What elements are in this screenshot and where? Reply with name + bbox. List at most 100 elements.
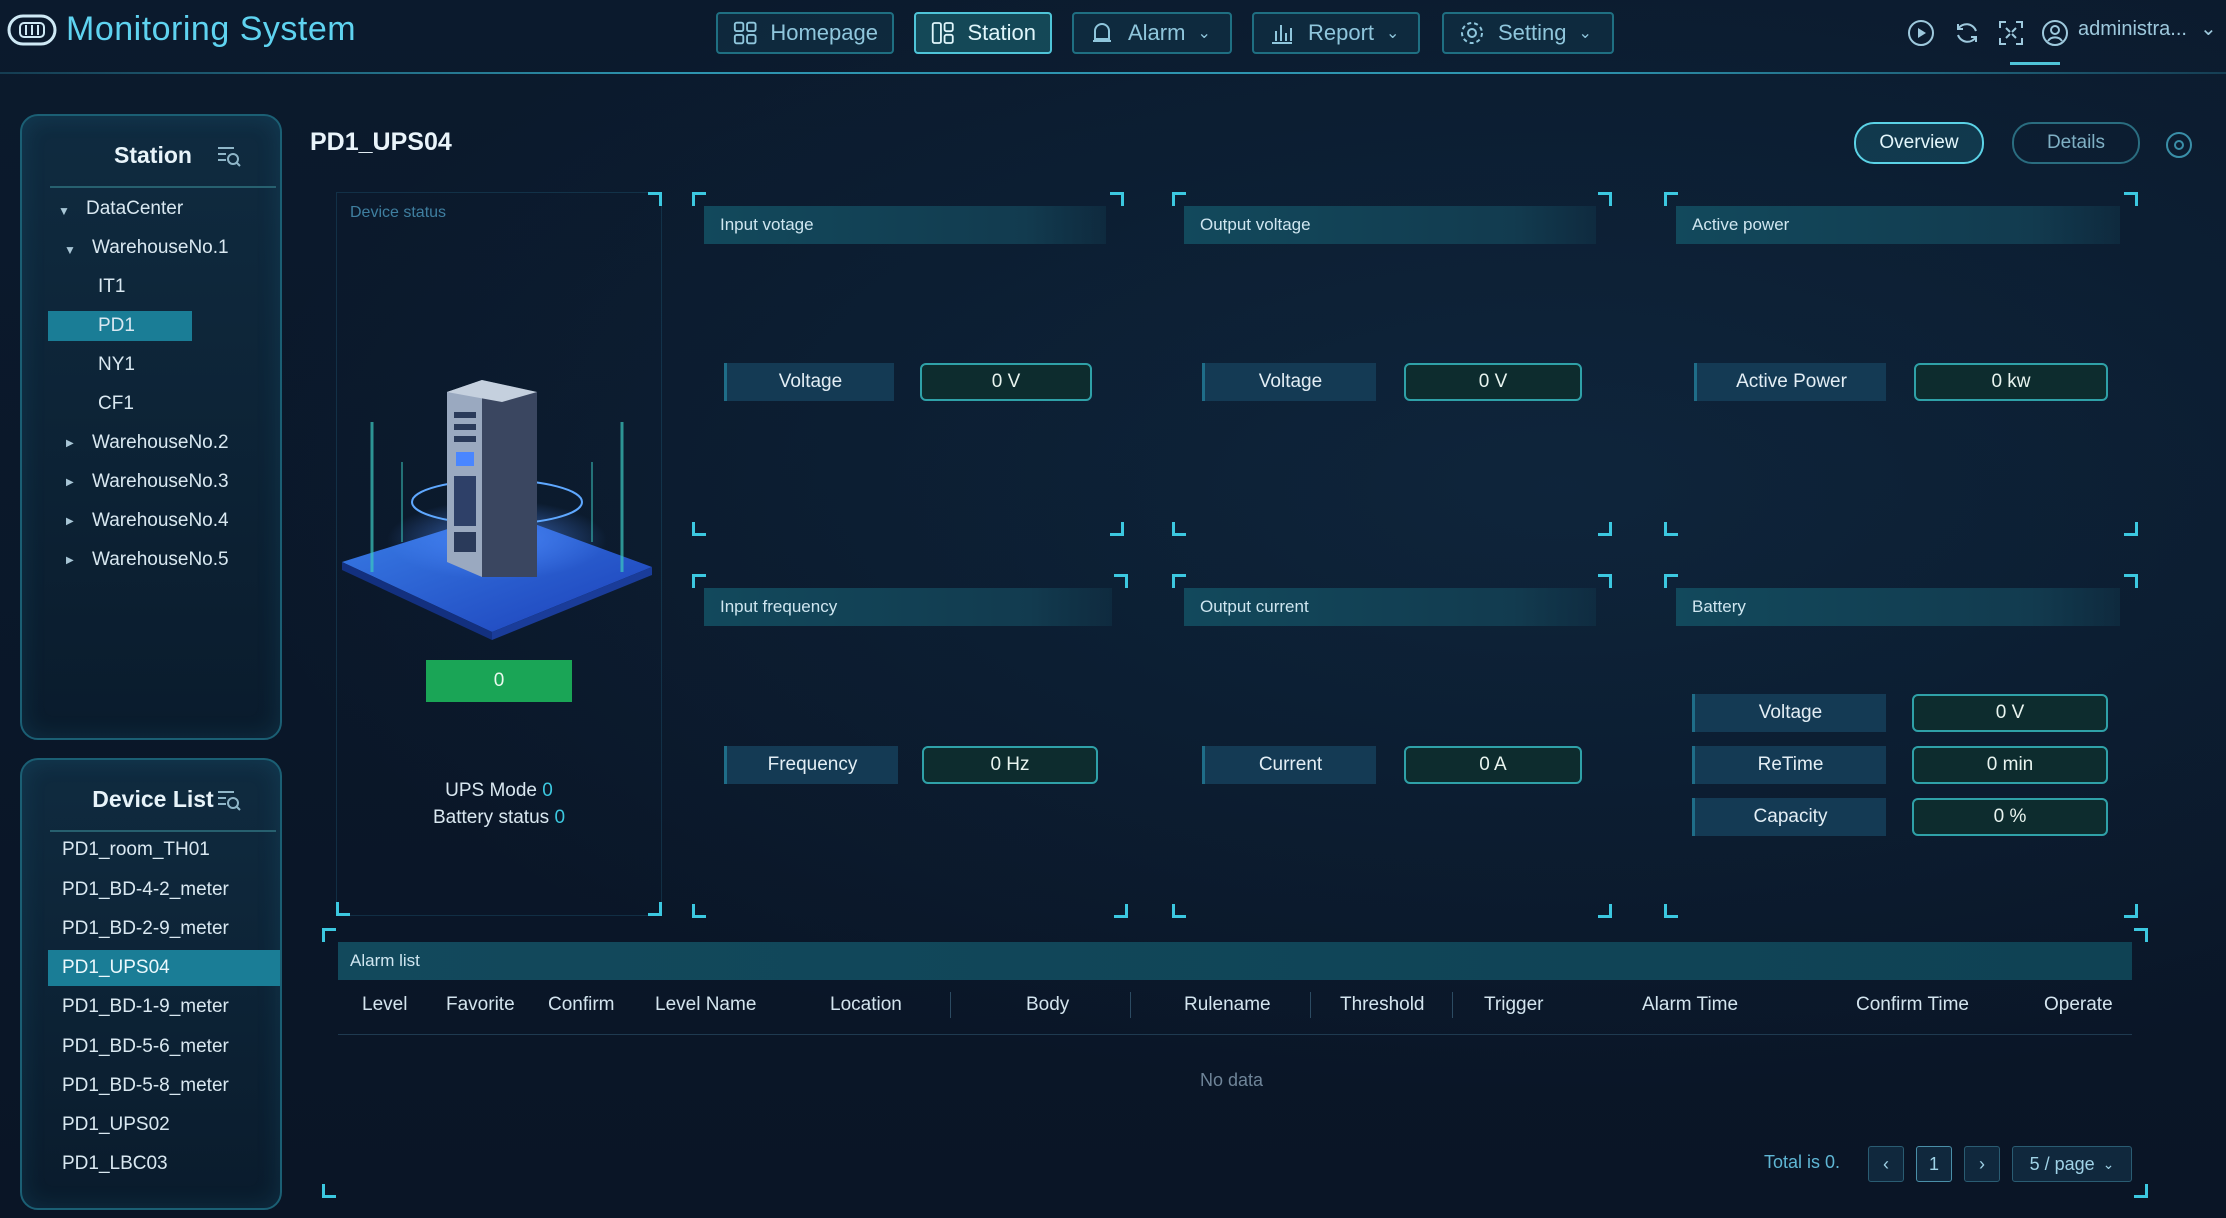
column-header-favorite[interactable]: Favorite bbox=[446, 994, 515, 1016]
active-power-card: Active power Active Power 0 kw bbox=[1664, 192, 2138, 536]
tree-item-warehouse-5[interactable]: WarehouseNo.5 bbox=[92, 545, 229, 575]
user-avatar-icon[interactable] bbox=[2040, 18, 2070, 48]
chevron-down-icon[interactable]: ⌄ bbox=[2200, 16, 2217, 41]
column-header-operate[interactable]: Operate bbox=[2044, 994, 2113, 1016]
column-header-rulename[interactable]: Rulename bbox=[1184, 994, 1271, 1016]
frame-corner bbox=[1114, 574, 1128, 588]
column-header-level[interactable]: Level bbox=[362, 994, 407, 1016]
nav-label: Alarm bbox=[1128, 20, 1186, 45]
column-header-threshold[interactable]: Threshold bbox=[1340, 994, 1425, 1016]
active-power-value: 0 kw bbox=[1914, 363, 2108, 401]
prev-page-button[interactable]: ‹ bbox=[1868, 1146, 1904, 1182]
ups-cabinet-illustration bbox=[342, 380, 652, 640]
play-icon[interactable] bbox=[1906, 18, 1936, 48]
battery-status-line: Battery status 0 bbox=[336, 807, 662, 829]
frame-corner bbox=[1172, 192, 1186, 206]
search-list-icon[interactable] bbox=[216, 144, 242, 168]
column-header-alarm-time[interactable]: Alarm Time bbox=[1642, 994, 1738, 1016]
caret-right-icon[interactable]: ▶ bbox=[66, 438, 74, 449]
tree-item-warehouse-4[interactable]: WarehouseNo.4 bbox=[92, 506, 229, 536]
settings-circle-icon[interactable] bbox=[2164, 130, 2194, 160]
fullscreen-icon[interactable] bbox=[1996, 18, 2026, 48]
battery-voltage-value: 0 V bbox=[1912, 694, 2108, 732]
device-status-title: Device status bbox=[350, 204, 447, 221]
top-header: Monitoring System Homepage Station Alarm… bbox=[0, 0, 2226, 92]
search-list-icon[interactable] bbox=[216, 788, 242, 812]
caret-right-icon[interactable]: ▶ bbox=[66, 477, 74, 488]
nav-setting[interactable]: Setting ⌄ bbox=[1442, 12, 1614, 54]
nav-station[interactable]: Station bbox=[914, 12, 1052, 54]
nav-label: Setting bbox=[1498, 20, 1567, 45]
column-separator bbox=[1130, 992, 1131, 1018]
voltage-label: Voltage bbox=[724, 363, 894, 401]
nav-label: Station bbox=[967, 20, 1037, 45]
frame-corner bbox=[1598, 522, 1612, 536]
frame-corner bbox=[2124, 574, 2138, 588]
ups-mode-line: UPS Mode 0 bbox=[336, 780, 662, 802]
column-header-location[interactable]: Location bbox=[830, 994, 902, 1016]
caret-right-icon[interactable]: ▶ bbox=[66, 555, 74, 566]
frame-corner bbox=[2134, 1184, 2148, 1198]
nav-label: Homepage bbox=[770, 20, 878, 45]
details-tab[interactable]: Details bbox=[2012, 122, 2140, 164]
battery-retime-label: ReTime bbox=[1692, 746, 1886, 784]
battery-voltage-label: Voltage bbox=[1692, 694, 1886, 732]
device-item-selected[interactable]: PD1_UPS04 bbox=[48, 950, 280, 986]
status-value-badge: 0 bbox=[426, 660, 572, 702]
header-divider bbox=[0, 72, 2226, 74]
next-page-button[interactable]: › bbox=[1964, 1146, 2000, 1182]
tree-item-ny1[interactable]: NY1 bbox=[98, 350, 135, 380]
ups-mode-label: UPS Mode bbox=[445, 780, 537, 801]
tree-item-warehouse-3[interactable]: WarehouseNo.3 bbox=[92, 467, 229, 497]
input-frequency-card: Input frequency Frequency 0 Hz bbox=[692, 574, 1128, 918]
frame-corner bbox=[1598, 192, 1612, 206]
caret-right-icon[interactable]: ▶ bbox=[66, 516, 74, 527]
device-item[interactable]: PD1_BD-2-9_meter bbox=[48, 911, 280, 947]
user-name[interactable]: administra... bbox=[2078, 18, 2187, 41]
device-item[interactable]: PD1_UPS02 bbox=[48, 1107, 280, 1143]
tree-item-datacenter[interactable]: DataCenter bbox=[86, 194, 183, 224]
tree-item-pd1[interactable]: PD1 bbox=[48, 311, 192, 341]
overview-tab[interactable]: Overview bbox=[1854, 122, 1984, 164]
caret-down-icon[interactable]: ▼ bbox=[58, 204, 70, 218]
output-voltage-value: 0 V bbox=[1404, 363, 1582, 401]
device-item[interactable]: PD1_BD-4-2_meter bbox=[48, 872, 280, 908]
device-item[interactable]: PD1_LBC03 bbox=[48, 1146, 280, 1182]
device-panel-title: Device List bbox=[92, 786, 214, 812]
empty-table-message: No data bbox=[1200, 1070, 1264, 1090]
column-header-level-name[interactable]: Level Name bbox=[655, 994, 756, 1016]
tree-item-it1[interactable]: IT1 bbox=[98, 272, 125, 302]
battery-card: Battery Voltage 0 V ReTime 0 min Capacit… bbox=[1664, 574, 2138, 918]
frame-corner bbox=[2124, 904, 2138, 918]
nav-label: Report bbox=[1308, 20, 1375, 45]
page-size-select[interactable]: 5 / page ⌄ bbox=[2012, 1146, 2132, 1182]
bell-icon bbox=[1093, 23, 1111, 42]
station-panel: Station ▼ DataCenter ▼ WarehouseNo.1 IT1… bbox=[20, 114, 282, 740]
tree-item-warehouse-2[interactable]: WarehouseNo.2 bbox=[92, 428, 229, 458]
column-header-body[interactable]: Body bbox=[1026, 994, 1069, 1016]
device-item[interactable]: PD1_BD-5-6_meter bbox=[48, 1029, 280, 1065]
column-header-confirm-time[interactable]: Confirm Time bbox=[1856, 994, 1969, 1016]
frame-corner bbox=[2124, 192, 2138, 206]
chevron-down-icon: ⌄ bbox=[1386, 25, 1400, 42]
tree-item-cf1[interactable]: CF1 bbox=[98, 389, 134, 419]
device-item[interactable]: PD1_room_TH01 bbox=[48, 832, 280, 868]
card-title: Input frequency bbox=[704, 588, 1112, 626]
tree-item-warehouse-1[interactable]: WarehouseNo.1 bbox=[92, 233, 229, 263]
output-current-card: Output current Current 0 A bbox=[1172, 574, 1612, 918]
nav-alarm[interactable]: Alarm ⌄ bbox=[1072, 12, 1232, 54]
output-current-value: 0 A bbox=[1404, 746, 1582, 784]
column-header-confirm[interactable]: Confirm bbox=[548, 994, 615, 1016]
nav-homepage[interactable]: Homepage bbox=[716, 12, 894, 54]
frame-corner bbox=[1172, 574, 1186, 588]
nav-report[interactable]: Report ⌄ bbox=[1252, 12, 1420, 54]
refresh-icon[interactable] bbox=[1952, 18, 1982, 48]
chevron-left-icon: ‹ bbox=[1883, 1153, 1889, 1174]
caret-down-icon[interactable]: ▼ bbox=[64, 243, 76, 257]
frequency-label: Frequency bbox=[724, 746, 898, 784]
column-header-trigger[interactable]: Trigger bbox=[1484, 994, 1543, 1016]
page-number-button[interactable]: 1 bbox=[1916, 1146, 1952, 1182]
device-item[interactable]: PD1_BD-5-8_meter bbox=[48, 1068, 280, 1104]
column-separator bbox=[1310, 992, 1311, 1018]
device-item[interactable]: PD1_BD-1-9_meter bbox=[48, 989, 280, 1025]
